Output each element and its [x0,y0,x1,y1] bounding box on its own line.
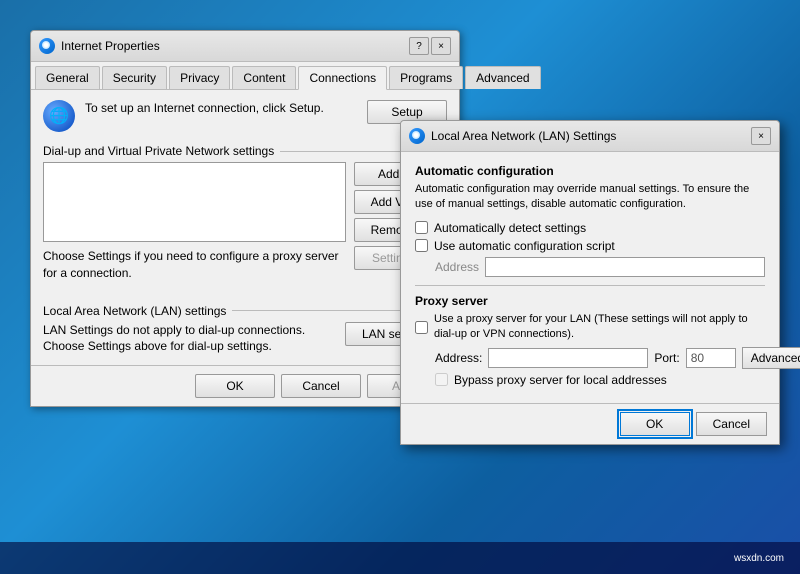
dialog-icon [39,38,55,54]
internet-properties-titlebar: Internet Properties ? × [31,31,459,62]
lan-dialog-icon [409,128,425,144]
cancel-button[interactable]: Cancel [281,374,361,398]
proxy-server-label: Use a proxy server for your LAN (These s… [434,312,765,343]
tab-content[interactable]: Content [232,66,296,89]
dialup-section: Choose Settings if you need to configure… [43,162,447,292]
internet-properties-title: Internet Properties [61,39,409,53]
auto-config-desc: Automatic configuration may override man… [415,182,765,213]
taskbar: wsxdn.com [0,542,800,574]
auto-address-label: Address [435,260,479,274]
auto-config-header: Automatic configuration [415,164,765,178]
auto-detect-checkbox[interactable] [415,221,428,234]
lan-title-controls: × [751,127,771,145]
proxy-port-input[interactable] [686,348,736,368]
proxy-desc: Choose Settings if you need to configure… [43,248,346,282]
lan-row: LAN Settings do not apply to dial-up con… [43,322,447,356]
dialup-list-area: Choose Settings if you need to configure… [43,162,346,292]
proxy-port-label: Port: [654,351,679,365]
auto-script-checkbox[interactable] [415,239,428,252]
divider [415,285,765,286]
lan-titlebar: Local Area Network (LAN) Settings × [401,121,779,152]
proxy-address-label: Address: [435,351,482,365]
tab-privacy[interactable]: Privacy [169,66,230,89]
ok-button[interactable]: OK [195,374,275,398]
lan-ok-button[interactable]: OK [620,412,690,436]
bypass-checkbox[interactable] [435,373,448,386]
proxy-server-row: Use a proxy server for your LAN (These s… [415,312,765,343]
proxy-address-input[interactable] [488,348,648,368]
internet-properties-footer: OK Cancel Apply [31,365,459,406]
lan-footer: OK Cancel [401,403,779,444]
lan-cancel-button[interactable]: Cancel [696,412,767,436]
proxy-server-checkbox[interactable] [415,321,428,334]
tabs-container: General Security Privacy Content Connect… [31,62,459,90]
dialog-body: To set up an Internet connection, click … [31,90,459,365]
lan-desc: LAN Settings do not apply to dial-up con… [43,322,337,356]
dialup-section-title: Dial-up and Virtual Private Network sett… [43,144,447,158]
internet-properties-dialog: Internet Properties ? × General Security… [30,30,460,407]
auto-script-label: Use automatic configuration script [434,239,615,253]
lan-close-button[interactable]: × [751,127,771,145]
auto-address-input[interactable] [485,257,765,277]
tab-general[interactable]: General [35,66,100,89]
setup-text: To set up an Internet connection, click … [85,100,357,117]
proxy-addr-port-row: Address: Port: Advanced [435,347,765,369]
close-button[interactable]: × [431,37,451,55]
auto-address-row: Address [435,257,765,277]
lan-settings-title: Local Area Network (LAN) Settings [431,129,751,143]
lan-dialog-body: Automatic configuration Automatic config… [401,152,779,403]
help-button[interactable]: ? [409,37,429,55]
dialup-listbox[interactable] [43,162,346,242]
lan-section-title: Local Area Network (LAN) settings [43,304,447,318]
proxy-server-header: Proxy server [415,294,765,308]
auto-script-row: Use automatic configuration script [415,239,765,253]
setup-row: To set up an Internet connection, click … [43,100,447,132]
bypass-row: Bypass proxy server for local addresses [435,373,765,387]
tab-security[interactable]: Security [102,66,167,89]
lan-section: Local Area Network (LAN) settings LAN Se… [43,304,447,356]
advanced-button[interactable]: Advanced [742,347,800,369]
watermark: wsxdn.com [734,553,784,564]
internet-icon [43,100,75,132]
auto-detect-label: Automatically detect settings [434,221,586,235]
tab-connections[interactable]: Connections [298,66,387,90]
tab-programs[interactable]: Programs [389,66,463,89]
title-controls: ? × [409,37,451,55]
tab-advanced[interactable]: Advanced [465,66,540,89]
auto-detect-row: Automatically detect settings [415,221,765,235]
bypass-label: Bypass proxy server for local addresses [454,373,667,387]
lan-settings-dialog: Local Area Network (LAN) Settings × Auto… [400,120,780,445]
